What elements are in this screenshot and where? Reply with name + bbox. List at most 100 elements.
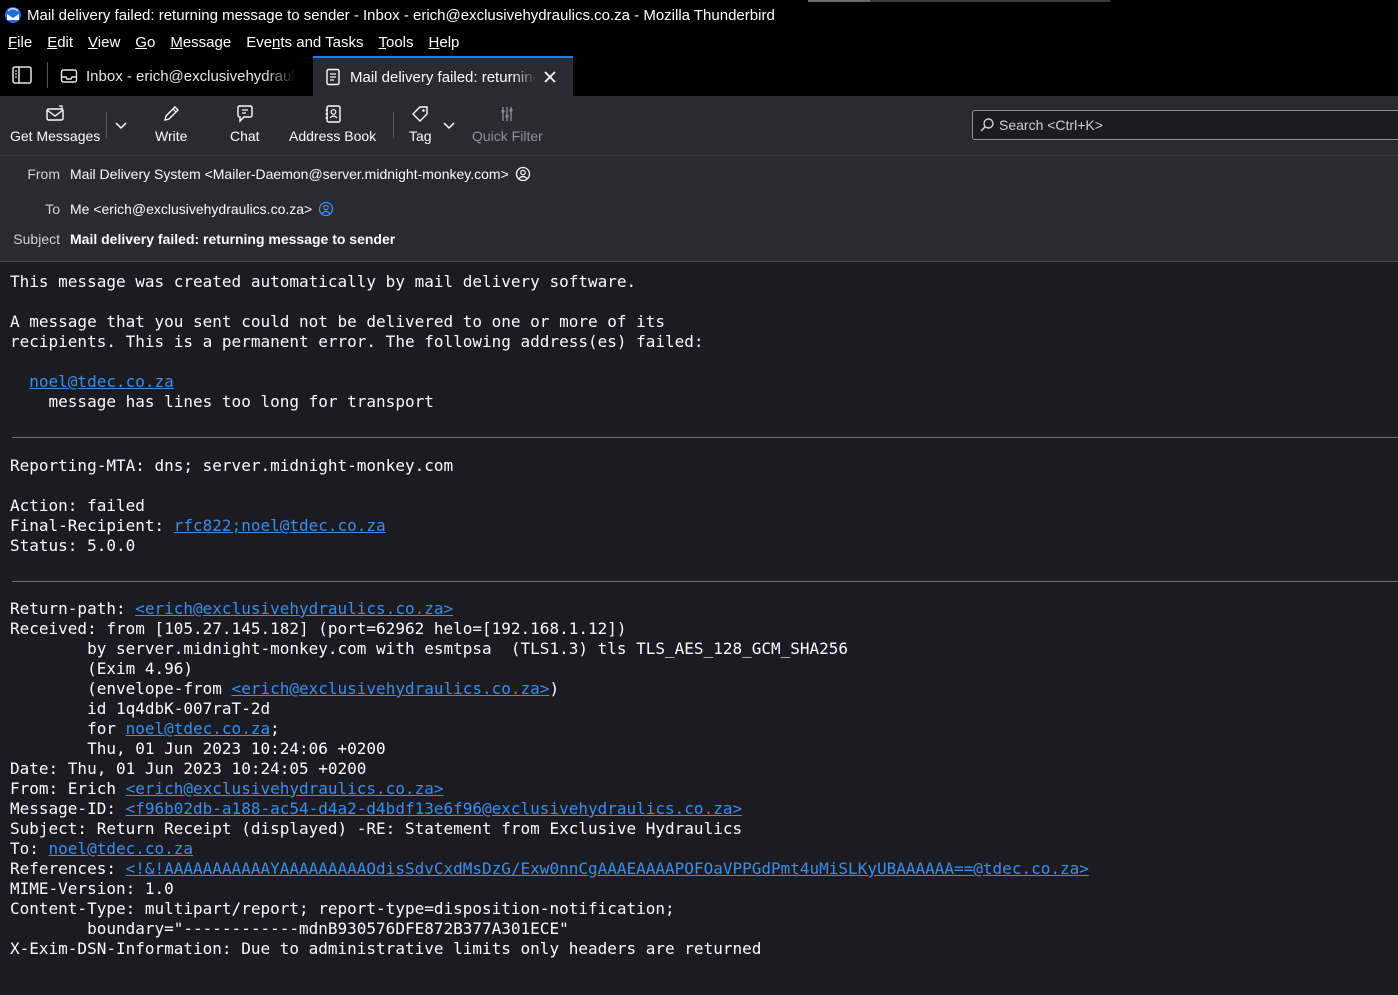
message-id-link[interactable]: <f96b02db-a188-ac54-d4a2-d4bdf13e6f96@ex… [126,799,743,818]
header-to-value[interactable]: Me <erich@exclusivehydraulics.co.za> [70,201,312,217]
chat-bubble-icon [237,105,253,123]
message-body: This message was created automatically b… [0,262,1398,995]
header-subject-row: Subject Mail delivery failed: returning … [0,231,395,247]
thunderbird-logo-icon [5,7,21,23]
body-divider [12,437,1398,438]
final-recipient-link[interactable]: rfc822;noel@tdec.co.za [174,516,386,535]
quick-filter-label: Quick Filter [472,128,543,144]
window-title: Mail delivery failed: returning message … [27,6,775,24]
menu-go[interactable]: Go [135,34,155,51]
menu-edit[interactable]: Edit [47,34,73,51]
get-messages-icon [46,105,64,121]
title-bar: Mail delivery failed: returning message … [0,0,1398,30]
header-to-label: To [45,201,60,217]
toolbar-separator [393,112,394,138]
close-tab-icon[interactable] [542,69,558,85]
address-book-label: Address Book [289,128,377,144]
contact-person-icon[interactable] [515,166,531,182]
tag-dropdown-chevron-icon[interactable] [442,118,456,132]
chat-label: Chat [230,128,260,144]
body-intro-block: This message was created automatically b… [10,272,704,412]
body-line: This message was created automatically b… [10,272,637,291]
menu-message[interactable]: Message [170,34,231,51]
tag-icon [412,106,428,122]
menu-events-and-tasks[interactable]: Events and Tasks [246,34,363,51]
tag-button[interactable]: Tag [409,104,432,144]
final-recipient-label: Final-Recipient: [10,516,174,535]
get-messages-dropdown-chevron-icon[interactable] [114,118,128,132]
action-line: Action: failed [10,496,145,515]
get-messages-button[interactable]: Get Messages [10,104,100,144]
delivery-status-block: Reporting-MTA: dns; server.midnight-monk… [10,456,453,556]
message-icon [326,68,340,86]
menu-view[interactable]: View [88,34,120,51]
failed-address-link[interactable]: noel@tdec.co.za [29,372,174,391]
address-book-icon [325,105,341,123]
references-line: References: <!&!AAAAAAAAAAAYAAAAAAAAAOdi… [10,859,1089,879]
contact-in-address-book-icon[interactable] [318,201,334,217]
envelope-from-link[interactable]: <erich@exclusivehydraulics.co.za> [232,679,550,698]
content-type-line: Content-Type: multipart/report; report-t… [10,899,675,918]
menu-tools[interactable]: Tools [379,34,414,51]
search-icon [980,118,994,132]
message-id-label: Message-ID: [10,799,126,818]
global-search-box[interactable] [972,110,1398,140]
to-label: To: [10,839,49,858]
received-line: Thu, 01 Jun 2023 10:24:06 +0200 [10,739,386,758]
subject-line: Subject: Return Receipt (displayed) -RE:… [10,819,743,838]
from-link[interactable]: <erich@exclusivehydraulics.co.za> [126,779,444,798]
tab-inbox[interactable]: Inbox - erich@exclusivehydraulics.co.za [60,56,306,96]
spaces-toolbar-toggle-icon[interactable] [12,66,32,84]
received-text: ) [549,679,560,698]
failed-reason: message has lines too long for transport [48,392,434,411]
received-line: (Exim 4.96) [10,659,194,678]
header-subject-value: Mail delivery failed: returning message … [70,231,396,247]
write-button[interactable]: Write [155,104,187,144]
received-text: for [10,719,126,738]
body-blank-line [10,292,704,312]
tag-label: Tag [409,128,432,144]
date-line: Date: Thu, 01 Jun 2023 10:24:05 +0200 [10,759,367,778]
menu-file[interactable]: File [8,34,32,51]
header-from-row: From Mail Delivery System <Mailer-Daemon… [0,166,531,182]
reporting-mta-line: Reporting-MTA: dns; server.midnight-monk… [10,456,454,475]
tab-inbox-label: Inbox - erich@exclusivehydraulics.co.za [86,67,296,85]
boundary-line: boundary="------------mdnB930576DFE872B3… [10,919,569,938]
message-id-line: Message-ID: <f96b02db-a188-ac54-d4a2-d4b… [10,799,1089,819]
return-path-link[interactable]: <erich@exclusivehydraulics.co.za> [135,599,453,618]
references-link[interactable]: <!&!AAAAAAAAAAAYAAAAAAAAAOdisSdvCxdMsDzG… [126,859,1089,878]
message-header-pane: From Mail Delivery System <Mailer-Daemon… [0,156,1398,262]
failed-address-line: noel@tdec.co.za [10,372,704,392]
to-link[interactable]: noel@tdec.co.za [49,839,194,858]
filter-sliders-icon [501,107,513,121]
body-line: recipients. This is a permanent error. T… [10,332,704,351]
menu-help[interactable]: Help [429,34,460,51]
address-book-button[interactable]: Address Book [289,104,376,144]
header-from-value[interactable]: Mail Delivery System <Mailer-Daemon@serv… [70,166,509,182]
chat-button[interactable]: Chat [230,104,260,144]
drag-handle-highlight [808,0,870,2]
tab-message-label: Mail delivery failed: returning message … [350,68,536,86]
received-text: (envelope-from [10,679,232,698]
returned-headers-block: Return-path: <erich@exclusivehydraulics.… [10,599,1089,959]
quick-filter-button[interactable]: Quick Filter [472,104,543,144]
received-for-link[interactable]: noel@tdec.co.za [126,719,271,738]
x-exim-line: X-Exim-DSN-Information: Due to administr… [10,939,762,958]
received-line: id 1q4dbK-007raT-2d [10,699,271,718]
received-line: for noel@tdec.co.za; [10,719,1089,739]
body-divider [12,581,1398,582]
get-messages-label: Get Messages [10,128,101,144]
body-line: message has lines too long for transport [10,392,704,412]
received-line: Received: from [105.27.145.182] (port=62… [10,619,627,638]
search-input[interactable] [999,117,1379,133]
tab-message[interactable]: Mail delivery failed: returning message … [313,56,573,96]
toolbar-separator [106,112,107,138]
body-line: A message that you sent could not be del… [10,312,666,331]
received-text: ; [270,719,280,738]
mime-version-line: MIME-Version: 1.0 [10,879,174,898]
body-blank-line [10,352,704,372]
from-line: From: Erich <erich@exclusivehydraulics.c… [10,779,1089,799]
received-line: by server.midnight-monkey.com with esmtp… [10,639,849,658]
pencil-icon [164,106,180,121]
received-line: (envelope-from <erich@exclusivehydraulic… [10,679,1089,699]
